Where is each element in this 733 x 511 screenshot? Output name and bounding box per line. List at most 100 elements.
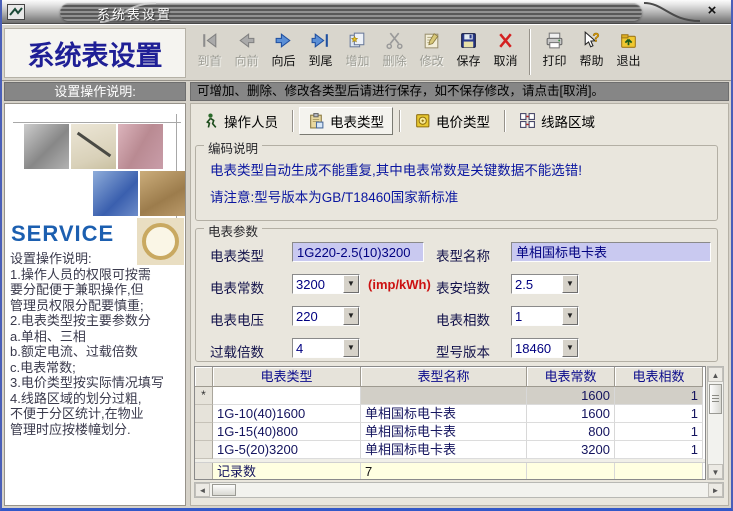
meter-constant-combobox[interactable]: 3200 ▼	[292, 274, 360, 294]
scroll-up-icon[interactable]: ▲	[708, 367, 723, 382]
column-header[interactable]: 电表常数	[527, 367, 615, 387]
model-name-field[interactable]: 单相国标电卡表	[511, 242, 711, 262]
voltage-combobox[interactable]: 220 ▼	[292, 306, 360, 326]
record-count-value: 7	[361, 463, 527, 480]
table-row[interactable]: * 1600 1	[195, 387, 705, 405]
combo-value: 3200	[293, 275, 343, 293]
amperage-combobox[interactable]: 2.5 ▼	[511, 274, 579, 294]
toolbar-button-delete[interactable]: 删除	[376, 27, 413, 78]
model-version-combobox[interactable]: 18460 ▼	[511, 338, 579, 358]
cell-meter-constant[interactable]: 1600	[527, 387, 615, 405]
cell-phases[interactable]: 1	[615, 405, 703, 423]
close-button[interactable]: ×	[703, 3, 721, 20]
combo-value: 220	[293, 307, 343, 325]
scroll-right-icon[interactable]: ►	[708, 483, 723, 497]
decor-hline	[13, 122, 181, 123]
toolbar-button-cancel[interactable]: 取消	[487, 27, 524, 78]
toolbar-label: 打印	[542, 52, 566, 69]
cell-model-name[interactable]: 单相国标电卡表	[361, 405, 527, 423]
cell-meter-type[interactable]: 1G-15(40)800	[213, 423, 361, 441]
chevron-down-icon[interactable]: ▼	[343, 307, 359, 325]
chevron-down-icon[interactable]: ▼	[562, 339, 578, 357]
chevron-down-icon[interactable]: ▼	[562, 307, 578, 325]
tab-bar: 操作人员 电表类型 电价类型 线路区域	[194, 107, 603, 134]
row-indicator	[195, 423, 213, 441]
toolbar-button-last[interactable]: 到尾	[302, 27, 339, 78]
tab-price-type[interactable]: 电价类型	[406, 108, 498, 134]
coding-note-line1: 电表类型自动生成不能重复,其中电表常数是关键数据不能选错!	[210, 159, 582, 179]
tab-meter-type[interactable]: 电表类型	[299, 107, 393, 135]
save-floppy-icon	[458, 30, 479, 51]
toolbar-label: 到尾	[308, 52, 332, 69]
chevron-down-icon[interactable]: ▼	[562, 275, 578, 293]
delete-scissors-icon	[384, 30, 405, 51]
titlebar-swoosh-right	[642, 0, 702, 24]
tab-label: 电价类型	[436, 111, 490, 131]
model-name-label: 表型名称	[436, 245, 490, 265]
tab-separator	[292, 110, 293, 132]
cell-model-name[interactable]: 单相国标电卡表	[361, 441, 527, 459]
table-row[interactable]: 1G-10(40)1600 单相国标电卡表 1600 1	[195, 405, 705, 423]
meter-constant-label: 电表常数	[210, 277, 264, 297]
line-area-pages-icon	[519, 112, 536, 129]
cell-phases[interactable]: 1	[615, 387, 703, 405]
cell-phases[interactable]: 1	[615, 423, 703, 441]
toolbar-button-help[interactable]: ? 帮助	[573, 27, 610, 78]
vertical-scroll-thumb[interactable]	[709, 384, 722, 414]
tab-line-area[interactable]: 线路区域	[511, 108, 603, 134]
cell-meter-type[interactable]	[213, 387, 361, 405]
cancel-x-icon	[495, 30, 516, 51]
cell-meter-type[interactable]: 1G-10(40)1600	[213, 405, 361, 423]
cell-meter-constant[interactable]: 1600	[527, 405, 615, 423]
chevron-down-icon[interactable]: ▼	[343, 339, 359, 357]
horizontal-scroll-thumb[interactable]	[212, 484, 236, 496]
table-row[interactable]: 1G-5(20)3200 单相国标电卡表 3200 1	[195, 441, 705, 459]
column-header[interactable]: 表型名称	[361, 367, 527, 387]
table-row[interactable]: 1G-15(40)800 单相国标电卡表 800 1	[195, 423, 705, 441]
toolbar-button-print[interactable]: 打印	[536, 27, 573, 78]
cell-meter-constant[interactable]: 800	[527, 423, 615, 441]
column-header[interactable]: 电表类型	[213, 367, 361, 387]
cell-meter-constant[interactable]: 3200	[527, 441, 615, 459]
combo-value: 4	[293, 339, 343, 357]
tab-label: 电表类型	[330, 111, 384, 131]
window: 系统表设置 × 系统表设置 到首 向前 向后 到尾 增加	[0, 0, 733, 511]
toolbar-button-prev[interactable]: 向前	[228, 27, 265, 78]
cell-meter-type[interactable]: 1G-5(20)3200	[213, 441, 361, 459]
toolbar-label: 增加	[345, 52, 369, 69]
help-cursor-icon: ?	[581, 30, 602, 51]
toolbar-button-modify[interactable]: 修改	[413, 27, 450, 78]
scroll-down-icon[interactable]: ▼	[708, 464, 723, 479]
cell-phases[interactable]: 1	[615, 441, 703, 459]
toolbar-button-next[interactable]: 向后	[265, 27, 302, 78]
grid-vertical-scrollbar[interactable]: ▲ ▼	[707, 366, 724, 480]
collage-photo-keyboard	[93, 171, 138, 216]
chevron-down-icon[interactable]: ▼	[343, 275, 359, 293]
column-header[interactable]: 电表相数	[615, 367, 703, 387]
tab-separator	[399, 110, 400, 132]
toolbar-label: 修改	[419, 52, 443, 69]
overload-label: 过载倍数	[210, 341, 264, 361]
row-indicator	[195, 405, 213, 423]
meter-type-field[interactable]: 1G220-2.5(10)3200	[292, 242, 424, 262]
overload-combobox[interactable]: 4 ▼	[292, 338, 360, 358]
cell-model-name[interactable]: 单相国标电卡表	[361, 423, 527, 441]
collage-photo-tools	[24, 124, 69, 169]
cell-model-name[interactable]	[361, 387, 527, 405]
group-legend: 编码说明	[204, 138, 262, 157]
row-indicator	[195, 441, 213, 459]
toolbar-button-exit[interactable]: 退出	[610, 27, 647, 78]
grid-horizontal-scrollbar[interactable]: ◄ ►	[194, 482, 724, 498]
empty-cell	[615, 463, 703, 480]
scroll-left-icon[interactable]: ◄	[195, 483, 210, 497]
page-title: 系统表设置	[4, 28, 186, 78]
toolbar-button-first[interactable]: 到首	[191, 27, 228, 78]
phases-combobox[interactable]: 1 ▼	[511, 306, 579, 326]
toolbar-button-add[interactable]: 增加	[339, 27, 376, 78]
toolbar-label: 到首	[197, 52, 221, 69]
toolbar-row: 系统表设置 到首 向前 向后 到尾 增加	[2, 24, 731, 81]
tab-operators[interactable]: 操作人员	[194, 108, 286, 134]
toolbar-button-save[interactable]: 保存	[450, 27, 487, 78]
service-label: SERVICE	[11, 221, 114, 247]
window-title: 系统表设置	[97, 4, 172, 23]
